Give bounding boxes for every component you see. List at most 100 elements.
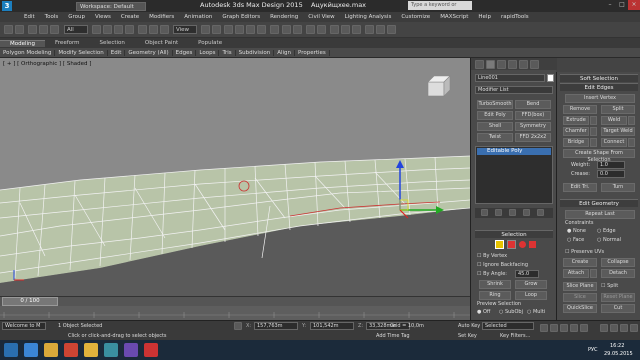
scale-icon[interactable] [160, 25, 169, 34]
named-selection-icon[interactable] [270, 25, 279, 34]
border-mode-icon[interactable] [519, 241, 526, 248]
create-shape-button[interactable]: Create Shape From Selection [563, 149, 635, 163]
angle-field[interactable]: 45.0 [515, 270, 539, 278]
angle-snap-icon[interactable] [235, 25, 244, 34]
vertex-mode-icon[interactable] [495, 240, 504, 249]
pivot-icon[interactable] [201, 25, 210, 34]
maximize-icon[interactable]: □ [616, 0, 628, 10]
twist-button[interactable]: Twist [477, 133, 513, 142]
split-checkbox[interactable]: ☐ Split [601, 283, 618, 289]
cut-button[interactable]: Cut [601, 304, 635, 313]
viewport-orthographic[interactable] [0, 58, 470, 296]
ribbon-item[interactable]: Geometry (All) [125, 49, 173, 56]
ie-icon[interactable] [24, 343, 38, 357]
remove-button[interactable]: Remove [563, 105, 597, 114]
slice-plane-button[interactable]: Slice Plane [563, 282, 597, 291]
menu-item[interactable]: Rendering [270, 14, 298, 20]
split-button[interactable]: Split [601, 105, 635, 114]
connect-settings-icon[interactable] [628, 138, 635, 147]
turn-button[interactable]: Turn [601, 183, 635, 192]
bend-button[interactable]: Bend [515, 100, 551, 109]
maxscript-listener[interactable]: Welcome to M [2, 322, 46, 330]
workspace-dropdown[interactable]: Workspace: Default [76, 1, 146, 11]
app-logo-icon[interactable]: 3 [2, 1, 12, 11]
search-input[interactable]: Type a keyword or phrase [408, 1, 472, 17]
rect-selection-icon[interactable] [114, 25, 123, 34]
symmetry-button[interactable]: Symmetry [515, 122, 551, 131]
snap-toggle-icon[interactable] [224, 25, 233, 34]
hierarchy-tab-icon[interactable] [497, 60, 506, 69]
recorder-taskbar-icon[interactable] [144, 343, 158, 357]
link-icon[interactable] [28, 25, 37, 34]
reset-plane-button[interactable]: Reset Plane [601, 293, 635, 302]
unlink-icon[interactable] [39, 25, 48, 34]
menu-item[interactable]: Customize [401, 14, 430, 20]
repeat-last-button[interactable]: Repeat Last [565, 210, 635, 219]
motion-tab-icon[interactable] [508, 60, 517, 69]
render-production-icon[interactable] [387, 25, 396, 34]
connect-button[interactable]: Connect [601, 138, 627, 147]
time-slider[interactable]: 0 / 100 [0, 296, 470, 306]
weight-field[interactable]: 1.0 [597, 161, 625, 169]
play-icon[interactable] [560, 324, 568, 332]
grow-button[interactable]: Grow [515, 280, 547, 289]
by-angle-checkbox[interactable]: ☐ By Angle: [477, 271, 507, 277]
3dsmax-taskbar-icon[interactable] [104, 343, 118, 357]
menu-item[interactable]: rapidTools [501, 14, 529, 20]
render-setup-icon[interactable] [365, 25, 374, 34]
maximize-viewport-icon[interactable] [630, 324, 638, 332]
tab-populate[interactable]: Populate [188, 40, 232, 46]
extrude-settings-icon[interactable] [590, 116, 597, 125]
chrome-icon[interactable] [84, 343, 98, 357]
remove-modifier-icon[interactable] [523, 209, 530, 216]
modify-tab-icon[interactable] [486, 60, 495, 69]
bridge-settings-icon[interactable] [590, 138, 597, 147]
tab-modeling[interactable]: Modeling [0, 39, 46, 47]
constraint-edge-radio[interactable]: ○ Edge [597, 228, 616, 234]
reference-coord-dropdown[interactable]: View [173, 25, 197, 34]
ribbon-item[interactable]: Edit [108, 49, 126, 56]
input-language[interactable]: РУС [588, 347, 598, 353]
target-weld-button[interactable]: Target Weld [601, 127, 635, 136]
configure-sets-icon[interactable] [537, 209, 544, 216]
graphite-toggle-icon[interactable] [317, 25, 326, 34]
ribbon-item[interactable]: Tris [219, 49, 236, 56]
create-button[interactable]: Create [563, 258, 597, 267]
key-selection-dropdown[interactable]: Selected [482, 322, 534, 330]
undo-icon[interactable] [4, 25, 13, 34]
viewport-label[interactable]: [ + ] [ Orthographic ] [ Shaded ] [3, 61, 91, 67]
create-tab-icon[interactable] [475, 60, 484, 69]
ribbon-item[interactable]: Loops [196, 49, 220, 56]
constraint-face-radio[interactable]: ○ Face [567, 237, 584, 243]
zoom-icon[interactable] [600, 324, 608, 332]
modifier-stack[interactable]: Editable Poly [475, 146, 553, 204]
redo-icon[interactable] [15, 25, 24, 34]
select-object-icon[interactable] [92, 25, 101, 34]
attach-button[interactable]: Attach [563, 269, 589, 278]
ribbon-item[interactable]: Subdivision [236, 49, 275, 56]
ribbon-item[interactable]: Edges [173, 49, 197, 56]
material-editor-icon[interactable] [352, 25, 361, 34]
preview-off-radio[interactable]: ● Off [477, 309, 490, 315]
preview-subobj-radio[interactable]: ○ SubObj [499, 309, 523, 315]
edit-poly-button[interactable]: Edit Poly [477, 111, 513, 120]
layer-manager-icon[interactable] [306, 25, 315, 34]
soft-selection-header[interactable]: Soft Selection [560, 74, 638, 82]
chamfer-settings-icon[interactable] [590, 127, 597, 136]
ribbon-item[interactable]: Modify Selection [55, 49, 108, 56]
menu-item[interactable]: Tools [45, 14, 59, 20]
menu-item[interactable]: Help [478, 14, 491, 20]
window-crossing-icon[interactable] [125, 25, 134, 34]
clock-date[interactable]: 29.05.2015 [604, 351, 633, 357]
tab-object-paint[interactable]: Object Paint [135, 40, 188, 46]
edit-geometry-header[interactable]: Edit Geometry [560, 199, 638, 207]
schematic-view-icon[interactable] [341, 25, 350, 34]
bind-spacewarp-icon[interactable] [50, 25, 59, 34]
move-icon[interactable] [138, 25, 147, 34]
y-coordinate-field[interactable]: 101,542m [310, 322, 354, 330]
bridge-button[interactable]: Bridge [563, 138, 589, 147]
ribbon-item[interactable]: Polygon Modeling [0, 49, 56, 56]
menu-item[interactable]: MAXScript [440, 14, 468, 20]
chamfer-button[interactable]: Chamfer [563, 127, 589, 136]
explorer-icon[interactable] [44, 343, 58, 357]
